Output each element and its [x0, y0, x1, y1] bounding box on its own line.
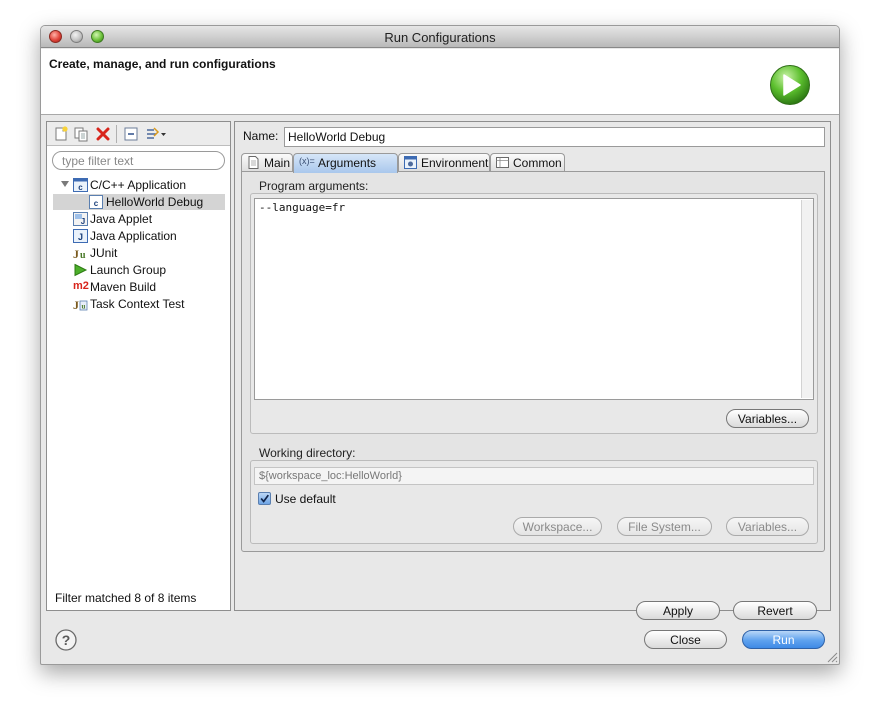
environment-icon: [404, 156, 417, 169]
window-title: Run Configurations: [384, 30, 496, 45]
tab-arguments[interactable]: (x)= Arguments: [293, 153, 398, 173]
svg-text:c: c: [78, 183, 83, 192]
cpp-app-icon: c: [73, 178, 88, 192]
collapse-all-icon[interactable]: [123, 126, 139, 142]
variables-button-2[interactable]: Variables...: [726, 517, 809, 536]
tree-item-java-application[interactable]: J Java Application: [73, 228, 223, 244]
tree-toolbar: [47, 122, 230, 146]
duplicate-icon[interactable]: [73, 126, 89, 142]
tree-item-task-context-test[interactable]: J u Task Context Test: [73, 296, 223, 312]
working-directory-label: Working directory:: [259, 446, 356, 460]
apply-button[interactable]: Apply: [636, 601, 720, 620]
tree-item-junit[interactable]: J u JUnit: [73, 245, 223, 261]
help-icon[interactable]: ?: [55, 629, 77, 651]
name-input[interactable]: [284, 127, 825, 147]
tab-main[interactable]: Main: [241, 153, 293, 172]
tab-environment[interactable]: Environment: [398, 153, 490, 172]
resize-grip-icon[interactable]: [826, 651, 838, 663]
tree-item-launch-group[interactable]: Launch Group: [73, 262, 223, 278]
file-system-button[interactable]: File System...: [617, 517, 712, 536]
use-default-label: Use default: [275, 492, 336, 506]
task-context-icon: J u: [73, 298, 88, 311]
filter-menu-icon[interactable]: [145, 126, 167, 142]
maven-icon: m2: [73, 280, 89, 292]
configuration-tree-panel: c C/C++ Application c HelloWorld Debug J…: [46, 121, 231, 611]
program-arguments-label: Program arguments:: [259, 179, 369, 193]
svg-text:J: J: [78, 232, 83, 242]
program-arguments-input[interactable]: --language=fr: [254, 198, 814, 400]
common-icon: [496, 157, 509, 168]
tree-item-cpp-application[interactable]: c C/C++ Application: [73, 177, 223, 193]
svg-text:J: J: [81, 217, 85, 226]
svg-text:J: J: [73, 247, 79, 260]
close-button[interactable]: Close: [644, 630, 727, 649]
junit-icon: J u: [73, 247, 86, 260]
name-label: Name:: [243, 129, 279, 143]
dialog-banner: Create, manage, and run configurations: [41, 49, 839, 115]
banner-title: Create, manage, and run configurations: [49, 57, 276, 71]
title-bar[interactable]: Run Configurations: [41, 26, 839, 48]
svg-text:u: u: [82, 303, 86, 311]
tab-common[interactable]: Common: [490, 153, 565, 172]
tree-item-java-applet[interactable]: J Java Applet: [73, 211, 223, 227]
svg-text:?: ?: [62, 632, 71, 648]
launch-group-icon: [74, 263, 88, 277]
configuration-editor-panel: Name: Main (x)= Arguments Environment: [234, 121, 831, 620]
svg-text:u: u: [80, 250, 86, 260]
svg-text:J: J: [73, 298, 79, 311]
delete-icon[interactable]: [95, 126, 111, 142]
workspace-button[interactable]: Workspace...: [513, 517, 602, 536]
program-arguments-scrollbar[interactable]: [801, 200, 813, 398]
use-default-checkbox[interactable]: [258, 492, 271, 505]
new-configuration-icon[interactable]: [53, 126, 69, 142]
working-directory-input[interactable]: [254, 467, 814, 485]
run-configurations-dialog: Run Configurations Create, manage, and r…: [40, 25, 840, 665]
run-button[interactable]: Run: [742, 630, 825, 649]
revert-button[interactable]: Revert: [733, 601, 817, 620]
svg-text:c: c: [94, 199, 99, 208]
tree-item-maven-build[interactable]: m2 Maven Build: [73, 279, 223, 295]
java-applet-icon: J: [73, 212, 88, 226]
program-arguments-group: --language=fr Variables...: [250, 193, 818, 434]
document-icon: [248, 156, 259, 169]
run-icon: [770, 65, 810, 105]
toolbar-separator: [116, 125, 117, 143]
arguments-tab-content: Program arguments: --language=fr Variabl…: [241, 171, 825, 552]
filter-status: Filter matched 8 of 8 items: [55, 591, 197, 605]
arguments-icon: (x)=: [299, 156, 315, 166]
java-app-icon: J: [73, 229, 88, 243]
cpp-config-icon: c: [89, 195, 103, 209]
tree-expand-icon[interactable]: [60, 179, 70, 189]
variables-button[interactable]: Variables...: [726, 409, 809, 428]
filter-input[interactable]: [52, 151, 225, 170]
working-directory-group: Use default Workspace... File System... …: [250, 460, 818, 544]
tree-item-helloworld-debug[interactable]: c HelloWorld Debug: [53, 194, 225, 210]
